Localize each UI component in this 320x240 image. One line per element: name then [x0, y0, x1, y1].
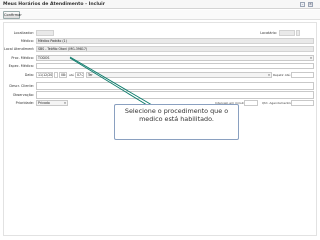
- callout-line: [69, 56, 153, 106]
- callout-text: Selecione o procedimento que o medico es…: [124, 107, 229, 123]
- callout-line: [69, 57, 148, 106]
